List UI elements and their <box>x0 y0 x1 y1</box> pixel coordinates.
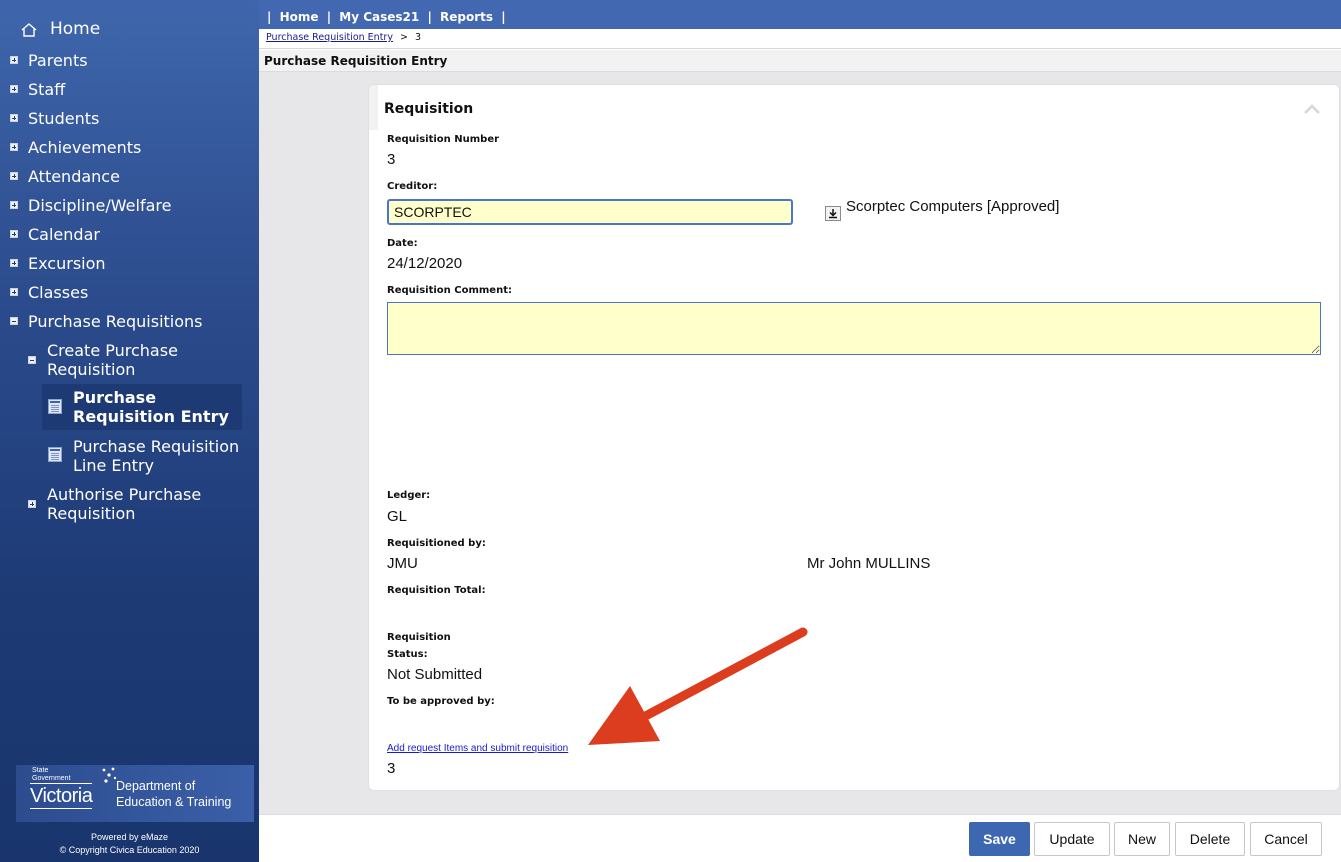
sidebar-item-label: Discipline/Welfare <box>28 196 172 215</box>
sidebar-item-label: Classes <box>28 283 89 302</box>
collapse-icon[interactable] <box>10 317 18 325</box>
requisitioned-by-label: Requisitioned by: <box>387 538 486 549</box>
requisition-total-label: Requisition Total: <box>387 585 486 596</box>
sidebar-item-label: Excursion <box>28 254 106 273</box>
powered-by-text: Powered by eMaze <box>90 832 169 842</box>
creditor-label: Creditor: <box>387 181 438 192</box>
requisition-status-label: Requisition <box>387 632 451 643</box>
document-icon <box>48 399 62 414</box>
top-nav: | Home | My Cases21 | Reports | <box>267 10 510 24</box>
sidebar-item-label: Staff <box>28 80 66 99</box>
requisition-card: Requisition Requisition Number 3 Credito… <box>369 85 1339 790</box>
download-arrow-icon <box>829 209 837 219</box>
department-name-line-1: Department of <box>116 779 196 793</box>
creditor-name: Scorptec Computers [Approved] <box>846 198 1060 215</box>
creditor-lookup-button[interactable] <box>825 206 841 221</box>
card-header-accent <box>369 85 378 130</box>
ledger-label: Ledger: <box>387 490 431 501</box>
breadcrumb-separator: > <box>399 32 408 43</box>
expand-icon[interactable] <box>10 172 18 180</box>
expand-icon[interactable] <box>10 288 18 296</box>
requisition-comment-field[interactable] <box>387 302 1321 355</box>
update-button[interactable]: Update <box>1034 822 1110 856</box>
sidebar-item-label: Purchase Requisition Line Entry <box>73 437 240 475</box>
chevron-up-icon[interactable] <box>1303 103 1321 115</box>
sidebar-item-label: Authorise Purchase Requisition <box>47 485 202 523</box>
add-items-submit-link[interactable]: Add request Items and submit requisition <box>387 743 568 754</box>
sidebar-item-label: Attendance <box>28 167 120 186</box>
logo-text-state: State <box>32 767 49 774</box>
cancel-button[interactable]: Cancel <box>1250 822 1322 856</box>
sidebar-item-label: Achievements <box>28 138 142 157</box>
breadcrumb-trail: Purchase Requisition Entry > 3 <box>266 32 421 43</box>
expand-icon[interactable] <box>10 230 18 238</box>
expand-icon[interactable] <box>10 201 18 209</box>
home-icon <box>21 23 37 37</box>
nav-separator: | <box>326 10 332 24</box>
department-name: Department of Education & Training <box>116 778 231 810</box>
sidebar-item-create-purchase-requisition[interactable]: Create Purchase Requisition <box>0 341 259 381</box>
logo-text-victoria: Victoria <box>30 783 93 809</box>
sidebar-item-label: Parents <box>28 51 88 70</box>
nav-link-home[interactable]: Home <box>280 10 319 24</box>
sidebar-item-label: Home <box>50 19 101 39</box>
approved-by-label: To be approved by: <box>387 696 495 707</box>
date-label: Date: <box>387 238 418 249</box>
save-button[interactable]: Save <box>969 822 1030 856</box>
card-title: Requisition <box>384 101 474 117</box>
expand-icon[interactable] <box>10 259 18 267</box>
copyright-text: © Copyright Civica Education 2020 <box>59 845 200 855</box>
requisitioned-by-name: Mr John MULLINS <box>807 555 931 572</box>
requisition-status-value: Not Submitted <box>387 666 483 683</box>
page-title: Purchase Requisition Entry <box>264 54 448 68</box>
department-logo: State Government Victoria Department of … <box>16 765 254 822</box>
breadcrumb-link[interactable]: Purchase Requisition Entry <box>266 32 393 43</box>
expand-icon[interactable] <box>10 56 18 64</box>
expand-icon[interactable] <box>10 85 18 93</box>
nav-separator: | <box>427 10 432 24</box>
collapse-icon[interactable] <box>28 356 36 364</box>
sidebar: Home Parents Staff Students Achievements… <box>0 0 259 862</box>
breadcrumb-current: 3 <box>414 32 422 43</box>
expand-icon[interactable] <box>10 143 18 151</box>
sidebar-item-label: Create Purchase Requisition <box>47 341 178 379</box>
expand-icon[interactable] <box>10 114 18 122</box>
date-value: 24/12/2020 <box>387 255 463 272</box>
nav-link-reports[interactable]: Reports <box>440 10 493 24</box>
breadcrumb: Purchase Requisition Entry > 3 <box>259 29 1341 49</box>
victoria-government-logo: State Government Victoria <box>30 767 122 813</box>
nav-separator: | <box>267 10 272 24</box>
creditor-input[interactable] <box>387 199 793 225</box>
top-nav-bar: | Home | My Cases21 | Reports | <box>259 0 1341 29</box>
nav-separator: | <box>501 10 506 24</box>
logo-text-government: Government <box>32 775 71 782</box>
page-title-bar: Purchase Requisition Entry <box>259 50 1341 72</box>
requisition-number-label: Requisition Number <box>387 134 500 145</box>
requisition-number-value: 3 <box>387 151 396 168</box>
department-name-line-2: Education & Training <box>116 795 232 809</box>
sidebar-item-label: Purchase Requisition Entry <box>73 388 229 426</box>
footer-requisition-number: 3 <box>387 760 396 777</box>
sidebar-item-label: Purchase Requisitions <box>28 312 203 331</box>
sidebar-item-label: Students <box>28 109 100 128</box>
sidebar-item-purchase-requisition-line-entry[interactable]: Purchase Requisition Line Entry <box>42 432 242 476</box>
sidebar-item-label: Calendar <box>28 225 100 244</box>
action-bar: Save Update New Delete Cancel <box>259 814 1341 862</box>
requisition-status-label-2: Status: <box>387 649 428 660</box>
delete-button[interactable]: Delete <box>1175 822 1245 856</box>
expand-icon[interactable] <box>28 500 36 508</box>
new-button[interactable]: New <box>1114 822 1170 856</box>
nav-link-my-cases21[interactable]: My Cases21 <box>339 10 419 24</box>
document-icon <box>48 447 62 462</box>
requisitioned-by-code: JMU <box>387 555 418 572</box>
sidebar-item-purchase-requisition-entry[interactable]: Purchase Requisition Entry <box>42 384 242 430</box>
requisition-comment-label: Requisition Comment: <box>387 285 512 296</box>
ledger-value: GL <box>387 508 408 525</box>
sidebar-item-authorise-purchase-requisition[interactable]: Authorise Purchase Requisition <box>0 485 259 525</box>
